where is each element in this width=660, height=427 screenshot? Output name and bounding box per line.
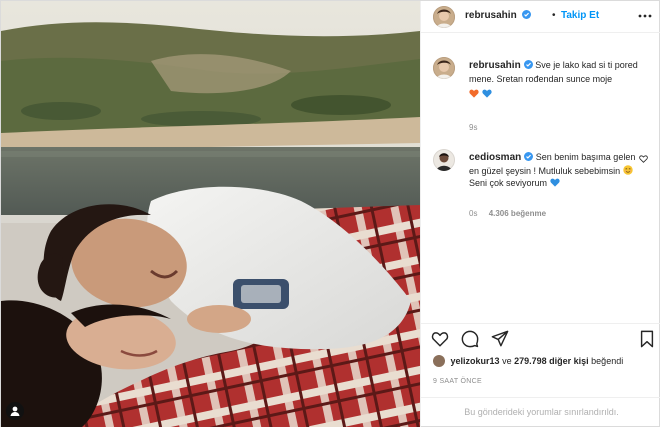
blue-heart-icon [549,178,560,187]
heart-outline-icon[interactable] [431,330,449,348]
blue-heart-icon [482,89,492,98]
comments-restricted-notice: Bu gönderideki yorumlar sınırlandırıldı. [421,397,660,427]
photo-illustration [1,1,420,427]
likes-connector: ve [502,356,512,366]
orange-heart-icon [469,89,479,98]
caption-text-block: rebrusahin Sve je lako kad si ti pored m… [469,59,649,98]
likes-count[interactable]: 279.798 diğer kişi [514,356,589,366]
verified-badge-icon [523,60,533,69]
author-avatar[interactable] [433,6,455,28]
commenter-avatar[interactable] [433,149,455,171]
user-tag-icon[interactable] [6,402,24,420]
verified-badge-icon [524,152,534,161]
likes-summary[interactable]: yelizokur13 ve 279.798 diğer kişi beğend… [433,355,658,369]
post-dialog: rebrusahin • Takip Et rebrusahin Sve je … [0,0,660,427]
post-sidebar: rebrusahin • Takip Et rebrusahin Sve je … [420,1,660,427]
post-time-ago: 9 SAAT ÖNCE [433,378,482,385]
liker-avatar [433,355,445,367]
comment-bubble-icon[interactable] [461,330,479,348]
comment-text-part2: Seni çok seviyorum [469,178,548,188]
post-header: rebrusahin • Takip Et [421,1,660,33]
bookmark-icon[interactable] [638,330,656,348]
author-username[interactable]: rebrusahin [465,10,532,21]
comment-meta: 0s 4.306 beğenme [469,209,546,218]
comment-like-icon[interactable] [639,155,648,163]
liker-username[interactable]: yelizokur13 [451,356,500,366]
commenter-username[interactable]: cediosman [469,152,534,163]
caption-avatar[interactable] [433,57,455,79]
action-bar [421,323,660,353]
paper-plane-icon[interactable] [491,330,509,348]
post-photo[interactable] [1,1,420,427]
more-options-icon[interactable] [638,11,652,21]
comment-text-block: cediosman Sen benim başıma gelen en güze… [469,151,647,190]
caption-username[interactable]: rebrusahin [469,60,533,71]
smiling-face-icon [622,164,633,175]
header-separator: • [552,10,556,21]
comment-timestamp: 0s [469,209,478,218]
comment-likes-count[interactable]: 4.306 beğenme [489,209,546,218]
caption-timestamp: 9s [469,123,478,132]
verified-badge-icon [522,10,532,19]
follow-button[interactable]: Takip Et [561,10,599,21]
caption-hearts [469,89,649,98]
likes-suffix: beğendi [591,356,624,366]
